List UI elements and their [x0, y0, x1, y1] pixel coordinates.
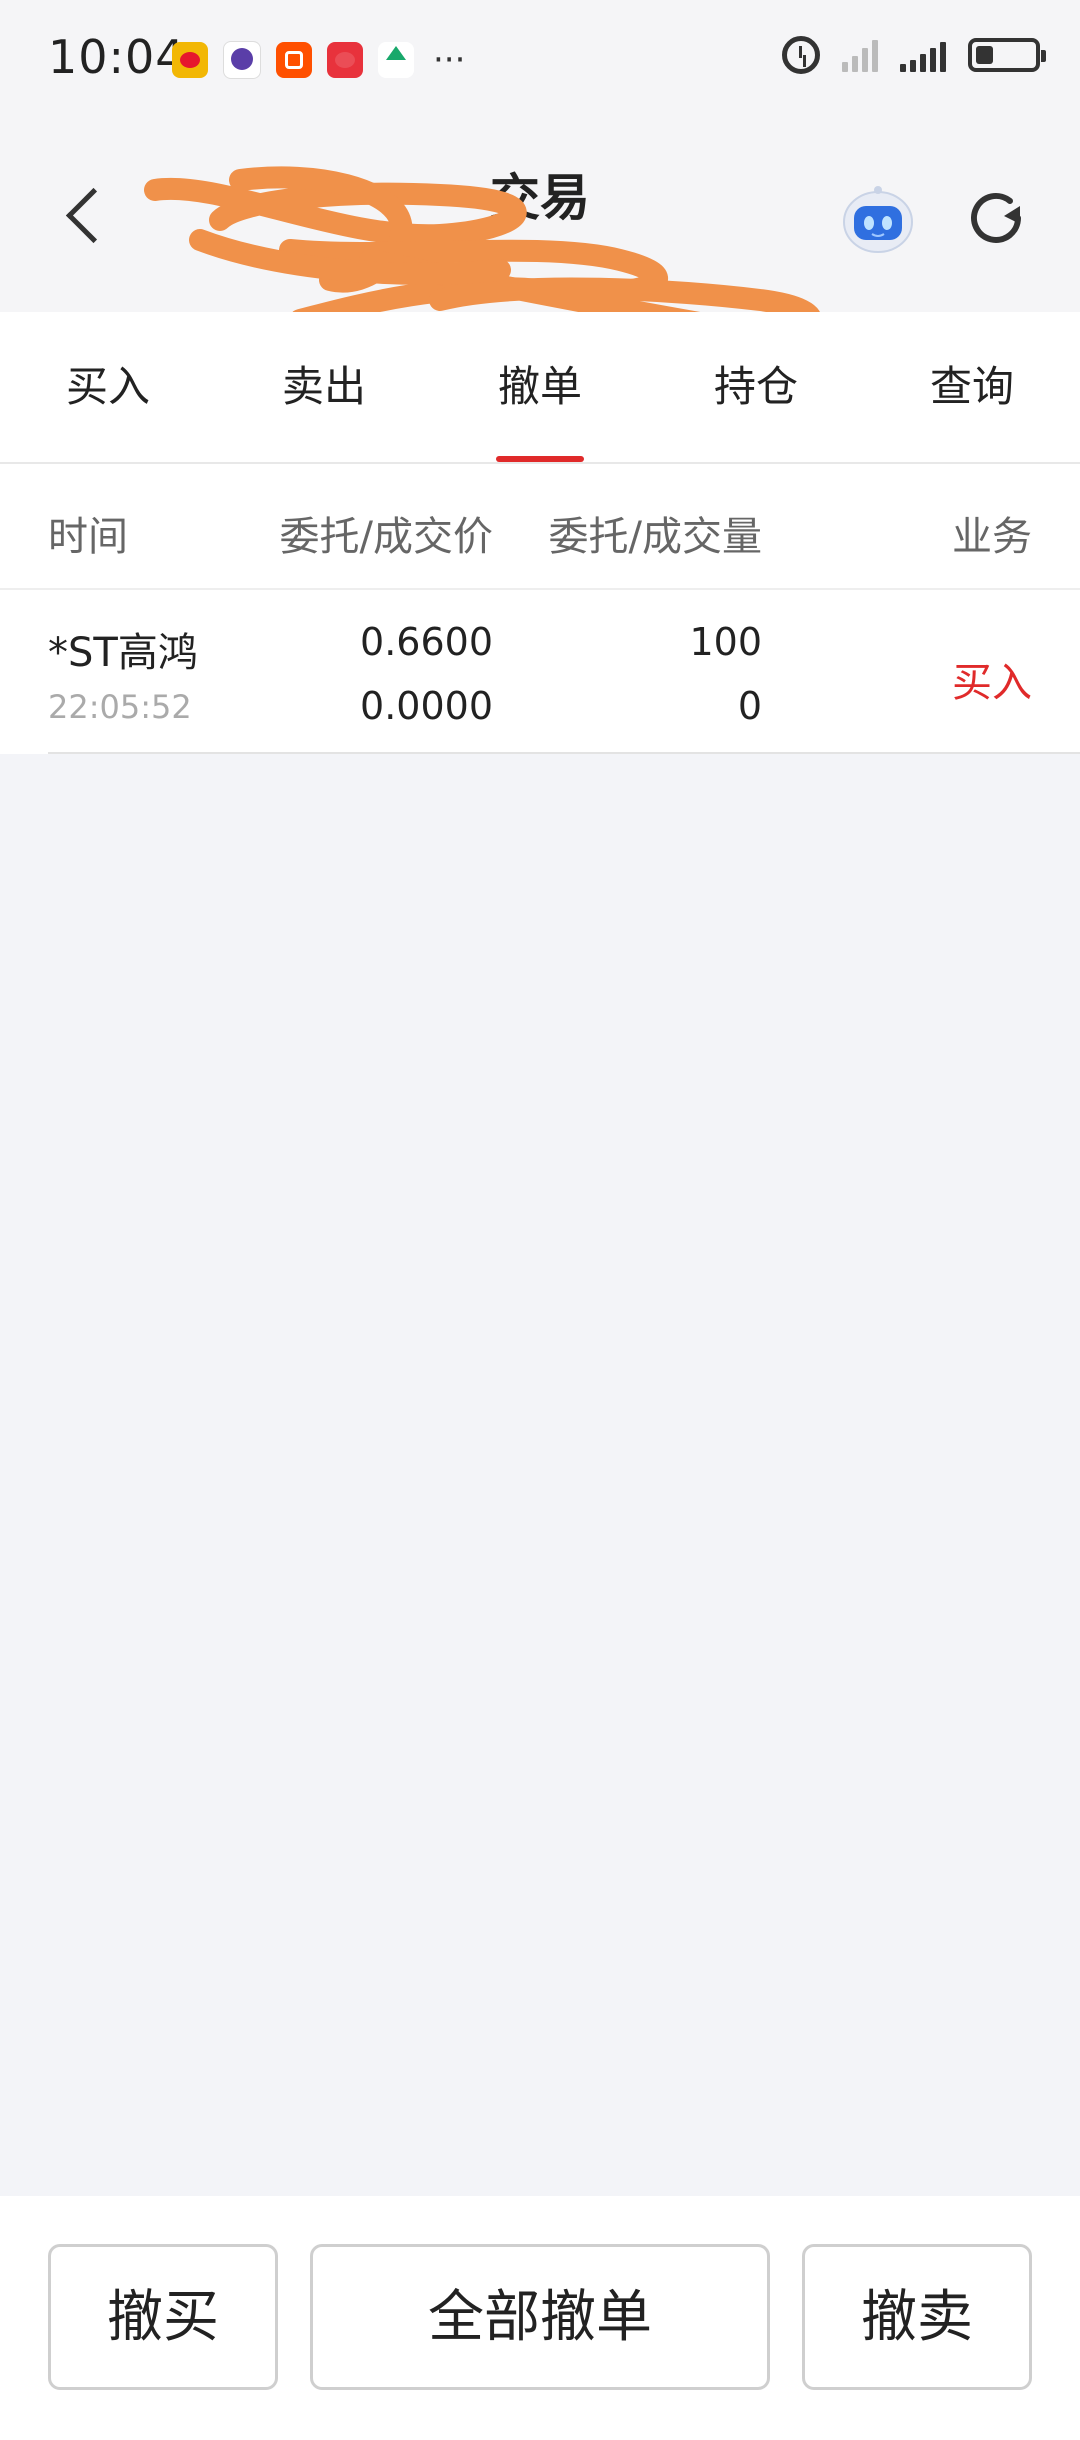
lottery-icon [327, 42, 363, 78]
order-time: 22:05:52 [48, 688, 192, 726]
column-header-business: 业务 [952, 514, 1032, 560]
deal-quantity: 0 [737, 684, 762, 728]
tab-positions[interactable]: 持仓 [648, 312, 864, 462]
taobao-icon [276, 42, 312, 78]
tab-buy[interactable]: 买入 [0, 312, 216, 462]
game-icon [223, 41, 261, 79]
status-time: 10:04 [48, 30, 186, 84]
order-quantity: 100 [689, 620, 762, 664]
refresh-icon[interactable] [960, 182, 1032, 254]
tab-bar: 买入 卖出 撤单 持仓 查询 [0, 312, 1080, 464]
business-type: 买入 [952, 660, 1032, 706]
home-app-icon [378, 42, 414, 78]
tab-label: 卖出 [281, 362, 366, 411]
row-divider [48, 752, 1080, 754]
redaction-scribble [144, 166, 822, 340]
cancel-all-button[interactable]: 全部撤单 [310, 2244, 770, 2390]
more-notifications-icon: ··· [433, 40, 466, 80]
tab-label: 查询 [929, 362, 1014, 411]
signal-2-icon [900, 38, 946, 72]
weibo-icon [172, 42, 208, 78]
battery-level [976, 46, 993, 64]
cancel-buy-button[interactable]: 撤买 [48, 2244, 278, 2390]
order-price: 0.6600 [360, 620, 493, 664]
notification-icons: ··· [172, 40, 466, 80]
status-indicators [782, 36, 1046, 74]
tab-cancel-order[interactable]: 撤单 [432, 312, 648, 462]
robot-icon[interactable] [838, 184, 918, 256]
tab-label: 持仓 [713, 362, 798, 411]
alarm-icon [782, 36, 820, 74]
stock-name: *ST高鸿 [48, 630, 198, 676]
deal-price: 0.0000 [360, 684, 493, 728]
table-header: 时间 委托/成交价 委托/成交量 业务 [0, 464, 1080, 590]
header: 交易 [0, 120, 1080, 340]
battery-icon [968, 38, 1046, 72]
signal-1-icon [842, 38, 878, 72]
tab-label: 买入 [65, 362, 150, 411]
column-header-quantity: 委托/成交量 [548, 514, 762, 560]
table-row[interactable]: *ST高鸿 22:05:52 0.6600 0.0000 100 0 买入 [0, 590, 1080, 754]
column-header-time: 时间 [48, 514, 128, 560]
active-tab-indicator [496, 456, 584, 462]
tab-sell[interactable]: 卖出 [216, 312, 432, 462]
column-header-price: 委托/成交价 [279, 514, 493, 560]
tab-label: 撤单 [497, 362, 582, 411]
footer-actions: 撤买 全部撤单 撤卖 [0, 2196, 1080, 2440]
status-bar: 10:04 ··· [0, 0, 1080, 120]
tab-query[interactable]: 查询 [864, 312, 1080, 462]
cancel-sell-button[interactable]: 撤卖 [802, 2244, 1032, 2390]
